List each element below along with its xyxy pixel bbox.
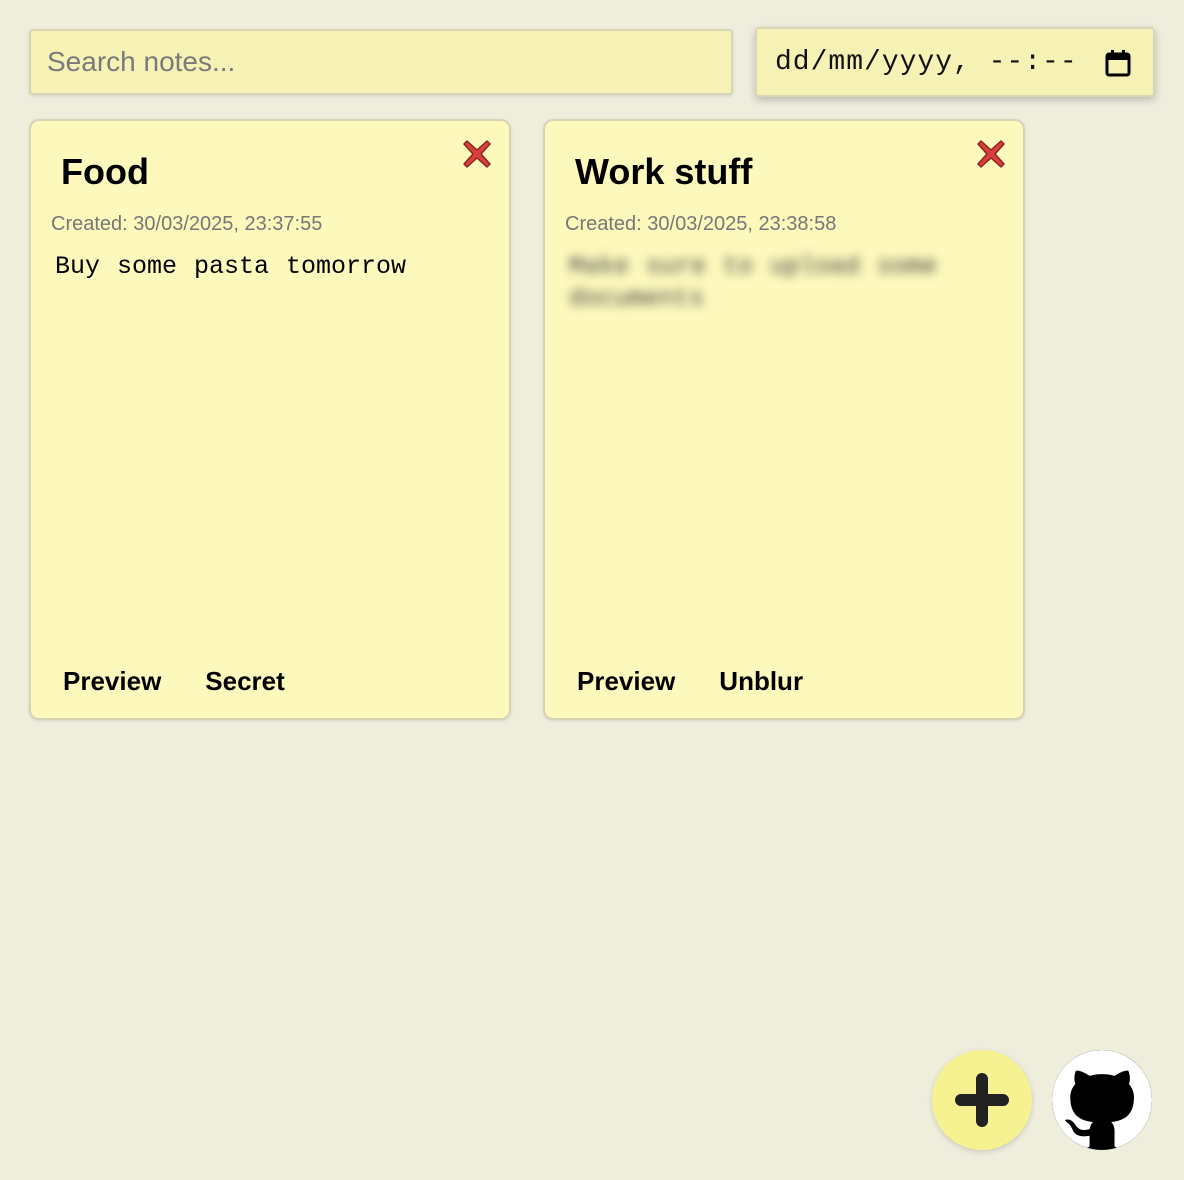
note-body: Buy some pasta tomorrow — [55, 252, 407, 281]
note-created: Created: 30/03/2025, 23:37:55 — [51, 213, 323, 235]
close-icon[interactable] — [461, 138, 493, 170]
date-filter-input[interactable]: dd/mm/yyyy, --:-- — [755, 27, 1155, 97]
note-title: Work stuff — [575, 151, 753, 192]
github-icon — [1052, 1050, 1152, 1148]
note-card[interactable]: Food Created: 30/03/2025, 23:37:55 Buy s… — [29, 119, 511, 720]
date-filter-value: dd/mm/yyyy, --:-- — [775, 46, 1078, 78]
note-created: Created: 30/03/2025, 23:38:58 — [565, 213, 837, 235]
note-body-blurred: Make sure to upload some documents — [569, 252, 938, 313]
secret-button[interactable]: Secret — [205, 666, 285, 697]
github-link[interactable] — [1052, 1050, 1152, 1150]
unblur-button[interactable]: Unblur — [719, 666, 803, 697]
note-title: Food — [61, 151, 149, 192]
close-icon[interactable] — [975, 138, 1007, 170]
add-note-button[interactable] — [932, 1050, 1032, 1150]
preview-button[interactable]: Preview — [63, 666, 161, 697]
search-input[interactable] — [29, 29, 733, 95]
note-card[interactable]: Work stuff Created: 30/03/2025, 23:38:58… — [543, 119, 1025, 720]
toolbar: dd/mm/yyyy, --:-- — [0, 0, 1184, 110]
calendar-icon[interactable] — [1105, 49, 1131, 77]
plus-icon — [955, 1073, 1009, 1127]
preview-button[interactable]: Preview — [577, 666, 675, 697]
